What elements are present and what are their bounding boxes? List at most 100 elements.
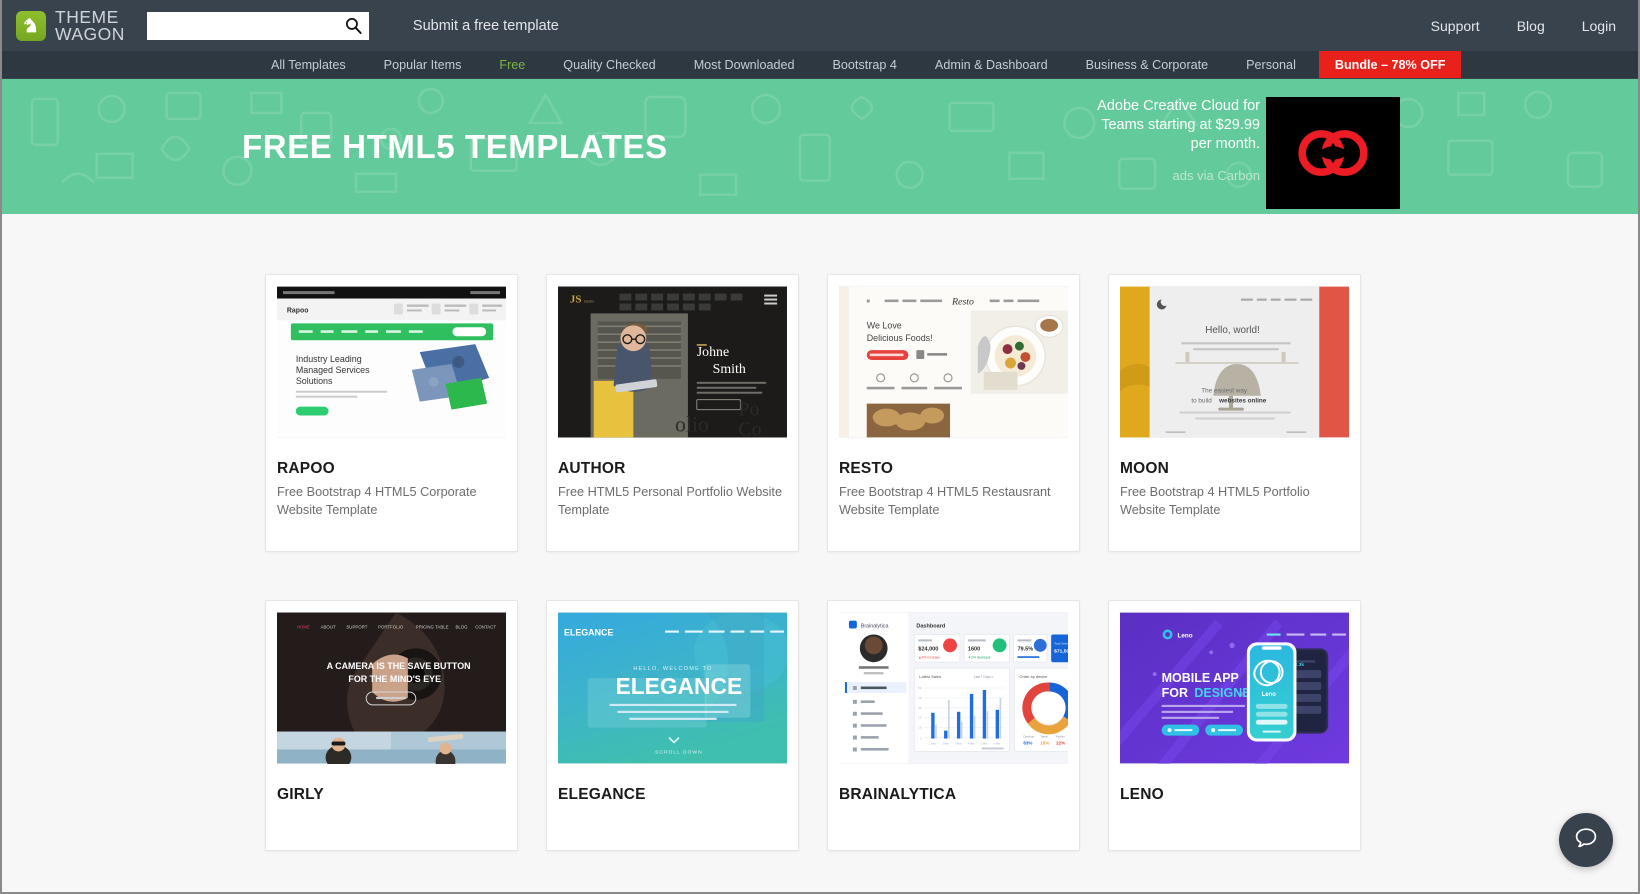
svg-text:Desktop: Desktop [1023,735,1034,739]
brand-wordmark: THEME WAGON [55,9,125,43]
svg-text:▼2% decrease: ▼2% decrease [968,655,991,659]
author-card-body: AUTHOR Free HTML5 Personal Portfolio Web… [547,438,798,551]
svg-text:BLOG: BLOG [455,625,468,630]
elegance-preview-thumbnail[interactable]: ELEGANCE HELLO, WELCOME TO ELEGANCE SCRO… [558,612,787,765]
template-card-rapoo[interactable]: Rapoo Industry Leading Managed Services … [265,274,518,553]
svg-text:Managed Services: Managed Services [296,365,370,375]
svg-text:Order by device: Order by device [1019,674,1048,679]
svg-text:Rapoo: Rapoo [287,307,309,314]
svg-text:$24,000: $24,000 [918,646,938,652]
category-nav-bar: All Templates Popular Items Free Quality… [2,51,1638,79]
elegance-card-body: ELEGANCE [547,764,798,850]
support-link[interactable]: Support [1431,18,1480,34]
svg-text:Brainalytica: Brainalytica [861,624,889,630]
ad-line-2: Teams starting at $29.99 [1101,117,1260,134]
svg-text:63%: 63% [1023,741,1032,746]
svg-text:PRICING TABLE: PRICING TABLE [416,625,449,630]
moon-card-body: MOON Free Bootstrap 4 HTML5 Portfolio We… [1109,438,1360,551]
svg-text:Smith: Smith [713,362,746,377]
template-name: BRAINALYTICA [839,786,957,804]
template-name: RAPOO [277,460,335,477]
svg-text:A CAMERA IS THE SAVE BUTTON: A CAMERA IS THE SAVE BUTTON [327,661,471,671]
nav-item-personal[interactable]: Personal [1227,51,1315,78]
resto-preview-thumbnail[interactable]: Resto We Love Delicious Foods! [839,286,1068,438]
svg-text:FOR THE MIND'S EYE: FOR THE MIND'S EYE [348,674,441,684]
svg-text:2 Mar: 2 Mar [942,742,949,746]
nav-item-most-downloaded[interactable]: Most Downloaded [675,51,814,78]
adobe-creative-cloud-logo-icon[interactable] [1266,97,1400,209]
svg-text:PORTFOLIO: PORTFOLIO [378,625,404,630]
blog-link[interactable]: Blog [1517,18,1545,34]
template-name: AUTHOR [558,460,626,477]
svg-text:Leno: Leno [1262,692,1277,698]
login-link[interactable]: Login [1582,18,1616,34]
svg-text:Solutions: Solutions [296,376,333,386]
ad-line-3: per month. [1190,136,1260,153]
template-card-leno[interactable]: Leno MOBILE APP FOR DESIGNERS 2.3k Leno … [1108,600,1361,852]
nav-item-free[interactable]: Free [480,51,544,78]
moon-preview-thumbnail[interactable]: Hello, world! The easiest way to build w… [1120,286,1349,438]
svg-text:studio: studio [584,299,595,304]
svg-text:4 Mar: 4 Mar [968,742,975,746]
nav-item-all-templates[interactable]: All Templates [252,51,365,78]
svg-text:We Love: We Love [867,320,902,330]
site-logo[interactable]: THEME WAGON [16,9,125,43]
svg-text:30: 30 [918,706,922,710]
template-name: LENO [1120,786,1164,804]
svg-text:Hello, world!: Hello, world! [1205,325,1260,336]
template-card-brainalytica[interactable]: Brainalytica Dashboard $24,000 ▲4% incre… [827,600,1080,852]
svg-text:5 Mar: 5 Mar [981,742,988,746]
submit-free-template-link[interactable]: Submit a free template [413,18,559,34]
svg-text:ABOUT: ABOUT [321,625,336,630]
template-card-author[interactable]: JS studio Johne Smith olio Po Co AUTHOR … [546,274,799,553]
search-input[interactable] [147,12,340,39]
svg-text:HOME: HOME [297,625,310,630]
search-icon[interactable] [340,16,368,35]
svg-text:The easiest way: The easiest way [1201,388,1248,395]
svg-text:22%: 22% [1056,741,1065,746]
author-preview-thumbnail[interactable]: JS studio Johne Smith olio Po Co [558,286,787,438]
nav-item-popular-items[interactable]: Popular Items [365,51,481,78]
template-card-moon[interactable]: Hello, world! The easiest way to build w… [1108,274,1361,553]
nav-item-bundle-offer[interactable]: Bundle – 78% OFF [1318,51,1462,78]
svg-text:$71,500: $71,500 [1054,648,1068,654]
template-name: RESTO [839,460,894,477]
girly-preview-thumbnail[interactable]: HOME ABOUT SUPPORT PORTFOLIO PRICING TAB… [277,612,506,765]
template-description: Free HTML5 Personal Portfolio Website Te… [558,485,783,517]
ad-copy: Adobe Creative Cloud for Teams starting … [1097,97,1260,183]
svg-text:Last 7 Days ▾: Last 7 Days ▾ [974,675,994,679]
brainalytica-preview-thumbnail[interactable]: Brainalytica Dashboard $24,000 ▲4% incre… [839,612,1068,765]
nav-item-business-corporate[interactable]: Business & Corporate [1067,51,1228,78]
svg-text:FOR: FOR [1162,686,1188,700]
svg-text:▲4% increase: ▲4% increase [918,655,940,659]
template-name: MOON [1120,460,1170,477]
rapoo-preview-thumbnail[interactable]: Rapoo Industry Leading Managed Services … [277,286,506,438]
svg-text:Industry Leading: Industry Leading [296,354,362,364]
search-box[interactable] [146,11,369,40]
template-card-girly[interactable]: HOME ABOUT SUPPORT PORTFOLIO PRICING TAB… [265,600,518,852]
svg-text:HELLO, WELCOME TO: HELLO, WELCOME TO [633,666,712,672]
carbon-ad[interactable]: Adobe Creative Cloud for Teams starting … [1097,97,1400,209]
svg-text:MOBILE APP: MOBILE APP [1162,671,1239,685]
template-description: Free Bootstrap 4 HTML5 Portfolio Website… [1120,485,1310,517]
svg-text:79.5%: 79.5% [1017,646,1033,652]
svg-text:SCROLL DOWN: SCROLL DOWN [655,749,702,755]
brainalytica-card-body: BRAINALYTICA [828,764,1079,850]
templates-content: Rapoo Industry Leading Managed Services … [2,214,1638,852]
nav-item-admin-dashboard[interactable]: Admin & Dashboard [916,51,1067,78]
svg-text:3 Mar: 3 Mar [955,742,962,746]
knight-chess-logo-icon [16,10,46,41]
svg-text:20: 20 [918,716,922,720]
nav-item-quality-checked[interactable]: Quality Checked [544,51,674,78]
ads-via-carbon-link[interactable]: ads via Carbon [1097,168,1260,183]
template-description: Free Bootstrap 4 HTML5 Restausrant Websi… [839,485,1051,517]
nav-item-bootstrap-4[interactable]: Bootstrap 4 [814,51,916,78]
svg-text:Johne: Johne [697,345,729,360]
template-card-resto[interactable]: Resto We Love Delicious Foods! RESTO Fre… [827,274,1080,553]
leno-preview-thumbnail[interactable]: Leno MOBILE APP FOR DESIGNERS 2.3k Leno [1120,612,1349,765]
svg-text:Leno: Leno [1177,632,1192,639]
svg-text:Mobile: Mobile [1056,735,1065,739]
chat-widget-button[interactable] [1559,813,1613,867]
template-grid-row-2: HOME ABOUT SUPPORT PORTFOLIO PRICING TAB… [265,600,1375,852]
template-card-elegance[interactable]: ELEGANCE HELLO, WELCOME TO ELEGANCE SCRO… [546,600,799,852]
